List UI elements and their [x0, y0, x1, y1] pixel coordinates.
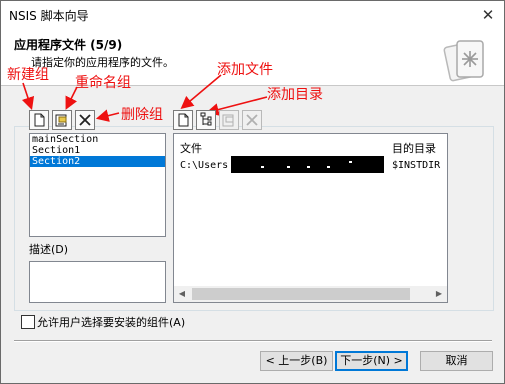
edit-icon: [222, 114, 234, 127]
delete-icon: [79, 114, 91, 126]
column-header-destination[interactable]: 目的目录: [392, 140, 436, 156]
redacted-path: [231, 156, 384, 173]
add-directory-button[interactable]: [196, 110, 216, 130]
next-button[interactable]: 下一步(N) >: [335, 351, 408, 371]
list-item-selected[interactable]: Section2: [30, 156, 165, 167]
directory-tree-icon: [200, 112, 212, 126]
add-file-button[interactable]: [173, 110, 193, 130]
destination-cell[interactable]: $INSTDIR: [392, 160, 440, 171]
scroll-left-icon[interactable]: ◀: [174, 286, 190, 302]
list-item[interactable]: Section1: [30, 145, 165, 156]
files-list[interactable]: 文件 目的目录 C:\Users $INSTDIR ◀ ▶: [173, 133, 448, 303]
wizard-window: NSIS 脚本向导 ✕ 应用程序文件 (5/9) 请指定你的应用程序的文件。 新…: [0, 0, 505, 384]
scroll-right-icon[interactable]: ▶: [431, 286, 447, 302]
edit-file-button[interactable]: [219, 110, 239, 130]
remove-file-button[interactable]: [242, 110, 262, 130]
list-item[interactable]: mainSection: [30, 134, 165, 145]
sections-list[interactable]: mainSection Section1 Section2: [29, 133, 166, 237]
rename-icon: [55, 114, 67, 127]
new-file-icon: [34, 113, 45, 127]
column-header-file[interactable]: 文件: [180, 140, 202, 156]
new-group-button[interactable]: [29, 110, 49, 130]
description-field[interactable]: [29, 261, 166, 303]
description-label: 描述(D): [29, 243, 69, 256]
scroll-thumb[interactable]: [192, 288, 410, 300]
cancel-button[interactable]: 取消: [420, 351, 493, 371]
select-components-label[interactable]: 允许用户选择要安装的组件(A): [37, 314, 185, 330]
select-components-checkbox[interactable]: [21, 315, 35, 329]
new-file-icon: [178, 113, 189, 127]
delete-group-button[interactable]: [75, 110, 95, 130]
delete-icon: [246, 114, 258, 126]
back-button[interactable]: < 上一步(B): [260, 351, 333, 371]
separator: [14, 340, 492, 342]
horizontal-scrollbar[interactable]: ◀ ▶: [174, 286, 447, 302]
file-path-cell[interactable]: C:\Users: [180, 160, 228, 171]
rename-group-button[interactable]: [52, 110, 72, 130]
